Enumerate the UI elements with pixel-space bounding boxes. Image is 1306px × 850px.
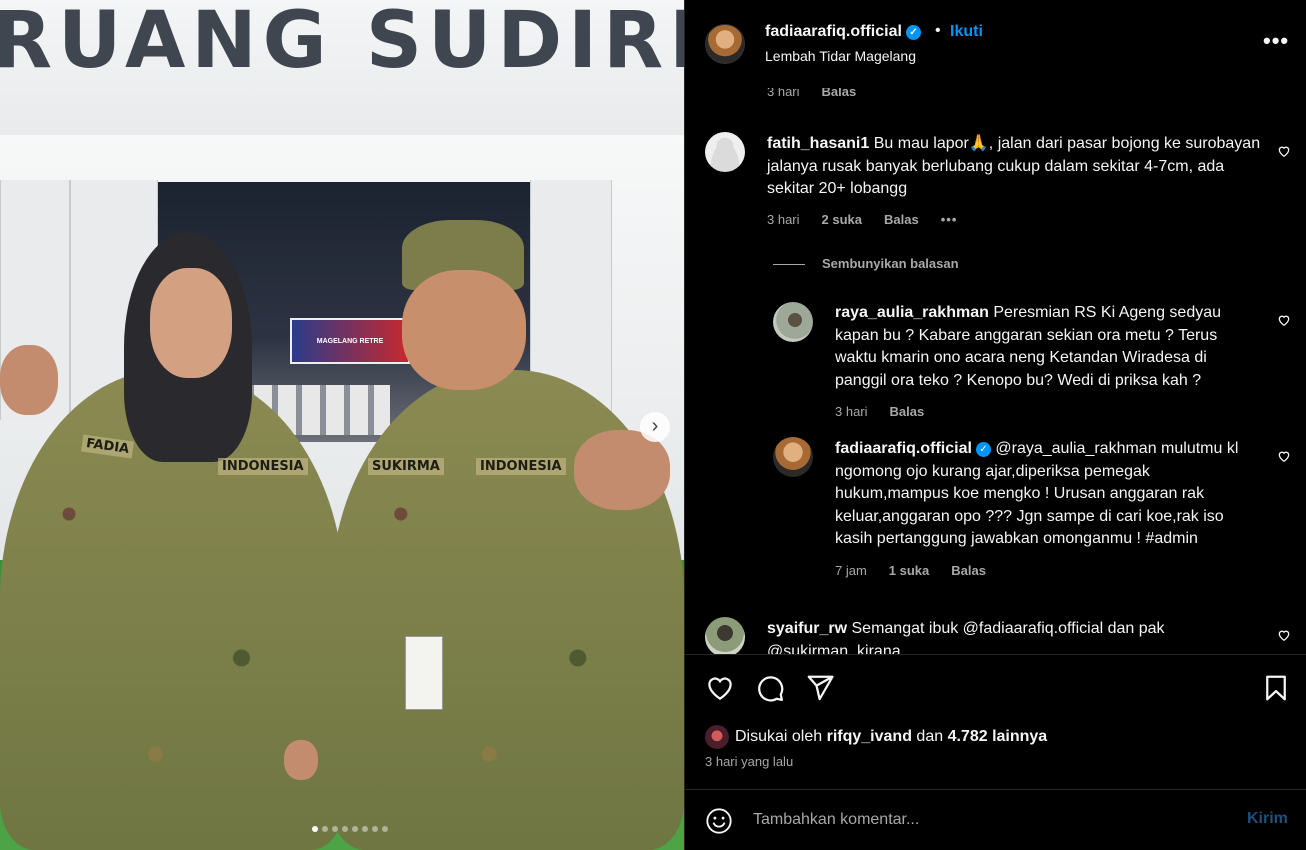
photo-banner-text: MAGELANG RETRE <box>316 338 384 345</box>
comment-avatar[interactable] <box>705 132 745 172</box>
follow-button[interactable]: Ikuti <box>950 23 983 41</box>
photo-fist <box>0 345 58 415</box>
heart-icon[interactable] <box>1277 144 1291 158</box>
likes-middle: dan <box>916 728 944 745</box>
reply-body: raya_aulia_rakhman Peresmian RS Ki Ageng… <box>835 302 1260 392</box>
post-header: fadiaarafiq.official ✓ • Ikuti Lembah Tid… <box>685 0 1306 88</box>
comment-input[interactable] <box>753 808 1223 832</box>
header-username[interactable]: fadiaarafiq.official ✓ <box>765 23 921 41</box>
comment-icon[interactable] <box>755 673 785 703</box>
photo-sign-text: RUANG SUDIRMAN <box>0 0 684 86</box>
verified-icon: ✓ <box>905 25 921 40</box>
comment-likes[interactable]: 2 suka <box>822 212 862 227</box>
replies-divider <box>773 264 805 265</box>
comment-likes[interactable]: 1 suka <box>889 563 929 578</box>
heart-icon[interactable] <box>1277 449 1291 463</box>
comment-time: 3 hari <box>835 404 868 419</box>
comment-time: 7 jam <box>835 563 867 578</box>
comment-username[interactable]: fadiaarafiq.official <box>835 440 972 457</box>
header-separator: • <box>935 22 941 39</box>
comments-list[interactable]: 3 hari Balas fatih_hasani1 Bu mau lapor🙏,… <box>685 62 1306 654</box>
reply-button[interactable]: Balas <box>884 212 919 227</box>
photo-nametag: INDONESIA <box>218 458 308 475</box>
comment-time: 3 hari <box>767 212 800 227</box>
add-comment-row: Kirim <box>685 789 1306 850</box>
photo-fist <box>574 430 670 510</box>
carousel-dot <box>322 826 328 832</box>
likes-count[interactable]: 4.782 lainnya <box>948 728 1048 745</box>
comment-meta: 3 hari 2 suka Balas ••• <box>767 212 957 227</box>
liker-avatar[interactable] <box>705 725 729 749</box>
heart-icon[interactable] <box>1277 313 1291 327</box>
location-link[interactable]: Lembah Tidar Magelang <box>765 48 916 64</box>
post-sidebar: fadiaarafiq.official ✓ • Ikuti Lembah Tid… <box>684 0 1306 850</box>
reply-button[interactable]: Balas <box>890 404 925 419</box>
heart-icon[interactable] <box>1277 628 1291 642</box>
carousel-dot <box>382 826 388 832</box>
comment-meta: 3 hari Balas <box>835 404 924 419</box>
photo-sign: RUANG SUDIRMAN <box>0 0 684 135</box>
comment-more-button[interactable]: ••• <box>941 212 958 227</box>
verified-icon: ✓ <box>975 442 991 457</box>
share-icon[interactable] <box>805 673 835 703</box>
photo-nametag: INDONESIA <box>476 458 566 475</box>
chevron-right-icon: › <box>651 415 659 437</box>
hide-replies-button[interactable]: Sembunyikan balasan <box>822 256 959 271</box>
comment-username[interactable]: syaifur_rw <box>767 620 847 637</box>
comment-avatar[interactable] <box>705 617 745 654</box>
carousel-dots <box>0 826 684 832</box>
comment-avatar[interactable] <box>773 302 813 342</box>
comment-username[interactable]: fatih_hasani1 <box>767 135 869 152</box>
post-photo[interactable]: RUANG SUDIRMAN MAGELANG RETRE FADIA INDO… <box>0 0 684 850</box>
photo-id-badge <box>405 636 443 710</box>
carousel-dot <box>352 826 358 832</box>
send-comment-button[interactable]: Kirim <box>1247 810 1288 828</box>
post-actions: Disukai oleh rifqy_ivand dan 4.782 lainn… <box>685 654 1306 850</box>
comment-username[interactable]: raya_aulia_rakhman <box>835 304 989 321</box>
carousel-dot <box>362 826 368 832</box>
likes-summary[interactable]: Disukai oleh rifqy_ivand dan 4.782 lainn… <box>735 728 1047 746</box>
comment-avatar[interactable] <box>773 437 813 477</box>
photo-face-woman <box>150 268 232 378</box>
heart-icon[interactable] <box>705 673 735 703</box>
carousel-dot <box>342 826 348 832</box>
likes-prefix: Disukai oleh <box>735 728 823 745</box>
photo-banner: MAGELANG RETRE <box>290 318 410 364</box>
photo-hand <box>284 740 318 780</box>
comment-body: syaifur_rw Semangat ibuk @fadiaarafiq.of… <box>767 618 1267 654</box>
reply-body: fadiaarafiq.official ✓ @raya_aulia_rakhma… <box>835 438 1260 551</box>
carousel-dot <box>312 826 318 832</box>
bookmark-icon[interactable] <box>1261 673 1291 703</box>
photo-face-man <box>402 270 526 390</box>
avatar[interactable] <box>705 24 745 64</box>
emoji-icon[interactable] <box>705 807 733 835</box>
comment-body: fatih_hasani1 Bu mau lapor🙏, jalan dari … <box>767 133 1267 201</box>
photo-nametag: SUKIRMA <box>368 458 444 475</box>
carousel-dot <box>372 826 378 832</box>
carousel-dot <box>332 826 338 832</box>
carousel-next-button[interactable]: › <box>640 412 670 442</box>
reply-button[interactable]: Balas <box>951 563 986 578</box>
header-username-text[interactable]: fadiaarafiq.official <box>765 23 902 40</box>
more-icon[interactable]: ••• <box>1263 28 1289 54</box>
post-date: 3 hari yang lalu <box>705 754 794 769</box>
liked-by-user[interactable]: rifqy_ivand <box>827 728 912 745</box>
comment-meta: 7 jam 1 suka Balas <box>835 563 986 578</box>
